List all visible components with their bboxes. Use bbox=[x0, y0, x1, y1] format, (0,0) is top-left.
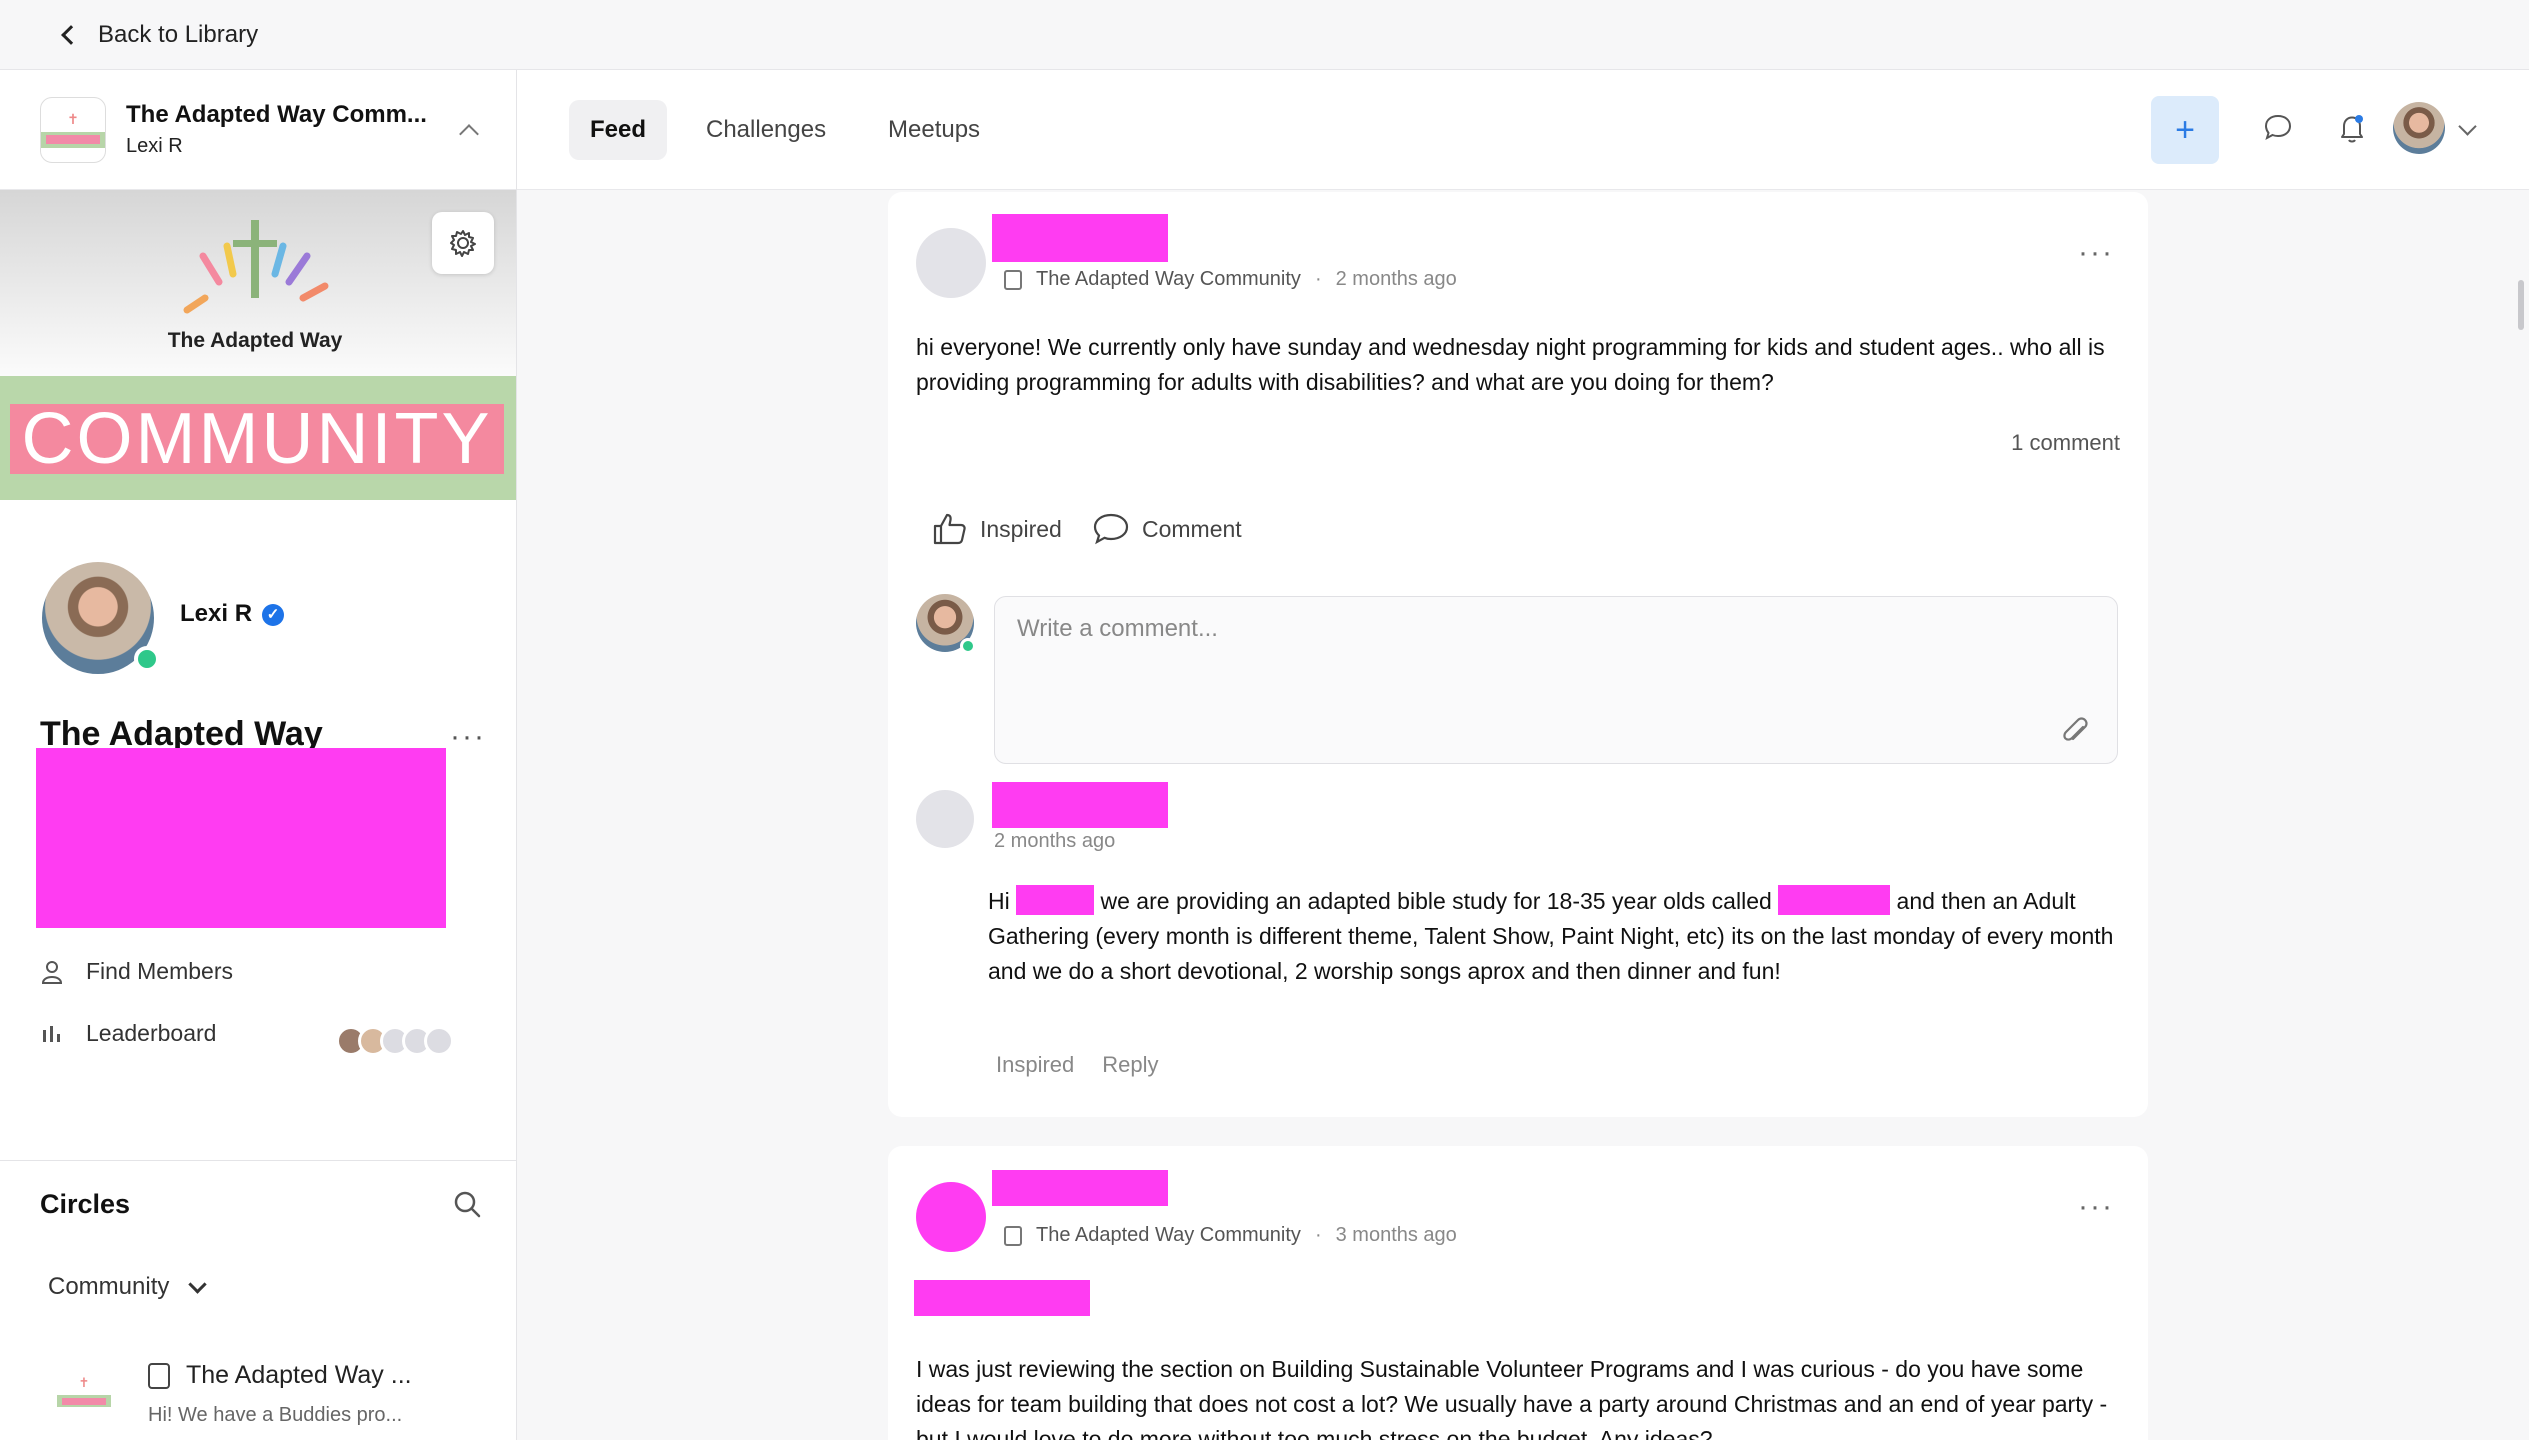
profile-summary[interactable]: Lexi R ✓ bbox=[38, 558, 285, 678]
back-label: Back to Library bbox=[98, 20, 259, 48]
community-banner: COMMUNITY bbox=[0, 376, 516, 500]
tab-feed[interactable]: Feed bbox=[569, 100, 668, 160]
chat-icon[interactable] bbox=[2263, 112, 2293, 147]
find-members-link[interactable]: Find Members bbox=[40, 958, 233, 985]
circles-heading: Circles bbox=[40, 1189, 131, 1219]
comment-body: Hi we are providing an adapted bible stu… bbox=[988, 884, 2128, 989]
online-status-icon bbox=[960, 638, 976, 654]
redacted-block bbox=[36, 748, 446, 928]
settings-button[interactable] bbox=[432, 212, 494, 274]
comment-reply-button[interactable]: Reply bbox=[1102, 1052, 1158, 1078]
top-navigation: Feed Challenges Meetups + bbox=[517, 70, 2529, 190]
scrollbar-thumb[interactable] bbox=[2518, 280, 2524, 330]
redacted-author-name bbox=[992, 782, 1168, 828]
chevron-left-icon bbox=[61, 24, 81, 45]
cross-rays-icon bbox=[183, 220, 329, 314]
banner-text: COMMUNITY bbox=[10, 399, 504, 479]
avatar[interactable] bbox=[38, 558, 160, 678]
post-card: The Adapted Way Community · 3 months ago… bbox=[888, 1146, 2148, 1440]
post-more-button[interactable]: ··· bbox=[2078, 236, 2114, 270]
post-timestamp: 2 months ago bbox=[1335, 268, 1457, 290]
tab-challenges[interactable]: Challenges bbox=[685, 100, 847, 160]
leaderboard-link[interactable]: Leaderboard bbox=[40, 1020, 216, 1047]
post-timestamp: 3 months ago bbox=[1335, 1224, 1457, 1246]
find-members-label: Find Members bbox=[86, 958, 233, 984]
redacted-author-name bbox=[992, 1170, 1168, 1206]
paperclip-icon[interactable] bbox=[2059, 715, 2093, 749]
post-body: hi everyone! We currently only have sund… bbox=[916, 334, 2105, 395]
document-icon bbox=[1004, 1225, 1022, 1246]
avatar[interactable] bbox=[916, 228, 986, 298]
comment-label: Comment bbox=[1142, 515, 1242, 542]
member-avatars[interactable] bbox=[336, 1026, 454, 1056]
comment-inspired-button[interactable]: Inspired bbox=[996, 1052, 1074, 1078]
post-community[interactable]: The Adapted Way Community bbox=[1036, 1224, 1301, 1247]
circles-filter-dropdown[interactable]: Community bbox=[48, 1273, 208, 1301]
bell-icon[interactable] bbox=[2337, 112, 2367, 149]
inspired-label: Inspired bbox=[980, 515, 1062, 542]
comment-timestamp: 2 months ago bbox=[994, 830, 1116, 852]
community-user-name: Lexi R bbox=[126, 135, 183, 157]
inspired-button[interactable]: Inspired bbox=[932, 512, 1062, 546]
comment-button[interactable]: Comment bbox=[1092, 512, 1242, 546]
person-icon bbox=[40, 960, 64, 984]
comment-actions: Inspired Reply bbox=[996, 1052, 1187, 1078]
avatar bbox=[424, 1026, 454, 1056]
circles-filter-label: Community bbox=[48, 1273, 170, 1300]
post-body: I was just reviewing the section on Buil… bbox=[916, 1356, 2108, 1440]
chevron-down-icon[interactable] bbox=[2458, 117, 2477, 136]
document-icon bbox=[148, 1362, 170, 1389]
circles-section: Circles Community ✝ The Adapted Way ... … bbox=[0, 1160, 516, 1426]
logo-rays-icon: ✝ bbox=[67, 110, 79, 127]
comment-input[interactable] bbox=[1017, 615, 1917, 643]
post-community[interactable]: The Adapted Way Community bbox=[1036, 268, 1301, 291]
leaderboard-label: Leaderboard bbox=[86, 1020, 217, 1046]
logo-rays-icon: ✝ bbox=[78, 1375, 90, 1390]
comment-count[interactable]: 1 comment bbox=[2011, 430, 2120, 456]
document-icon bbox=[1004, 269, 1022, 290]
circle-item[interactable]: ✝ The Adapted Way ... Hi! We have a Budd… bbox=[54, 1361, 412, 1427]
redacted-name bbox=[1016, 885, 1095, 915]
verified-icon: ✓ bbox=[262, 603, 285, 626]
post-more-button[interactable]: ··· bbox=[2078, 1190, 2114, 1224]
community-switcher[interactable]: ✝ The Adapted Way Comm... Lexi R bbox=[0, 70, 516, 190]
post-meta: The Adapted Way Community · 2 months ago bbox=[1004, 268, 1457, 291]
sidebar: ✝ The Adapted Way Comm... Lexi R The Ada… bbox=[0, 70, 517, 1440]
comment-meta: 2 months ago bbox=[994, 830, 1115, 853]
search-icon[interactable] bbox=[452, 1189, 482, 1224]
cover-logo: The Adapted Way bbox=[150, 210, 360, 353]
comment-input-box[interactable] bbox=[994, 596, 2118, 764]
avatar[interactable] bbox=[916, 1182, 986, 1252]
gear-icon bbox=[450, 230, 476, 257]
avatar[interactable] bbox=[2393, 102, 2445, 154]
post-meta: The Adapted Way Community · 3 months ago bbox=[1004, 1224, 1457, 1247]
redacted-post-title bbox=[914, 1280, 1090, 1316]
thumbs-up-icon bbox=[933, 513, 966, 545]
circle-title: The Adapted Way ... bbox=[186, 1361, 412, 1389]
comment-icon bbox=[1093, 513, 1129, 545]
post-card: The Adapted Way Community · 2 months ago… bbox=[888, 192, 2148, 1117]
chevron-down-icon bbox=[188, 1274, 208, 1294]
avatar[interactable] bbox=[916, 594, 976, 654]
avatar[interactable] bbox=[916, 790, 974, 848]
profile-name: Lexi R ✓ bbox=[180, 600, 285, 628]
circle-thumbnail: ✝ bbox=[54, 1361, 114, 1421]
redacted-author-name bbox=[992, 214, 1168, 262]
online-status-icon bbox=[134, 646, 160, 672]
community-logo: ✝ bbox=[40, 96, 106, 163]
circle-snippet: Hi! We have a Buddies pro... bbox=[148, 1404, 403, 1426]
tab-meetups[interactable]: Meetups bbox=[867, 100, 1001, 160]
cover-title: The Adapted Way bbox=[167, 329, 343, 352]
create-post-button[interactable]: + bbox=[2151, 96, 2219, 164]
community-more-button[interactable]: ··· bbox=[450, 720, 486, 754]
back-to-library-link[interactable]: Back to Library bbox=[0, 0, 2529, 70]
bar-chart-icon bbox=[40, 1022, 64, 1046]
community-name: The Adapted Way Comm... bbox=[126, 101, 427, 128]
redacted-name bbox=[1778, 885, 1891, 915]
chevron-up-icon[interactable] bbox=[459, 123, 479, 144]
